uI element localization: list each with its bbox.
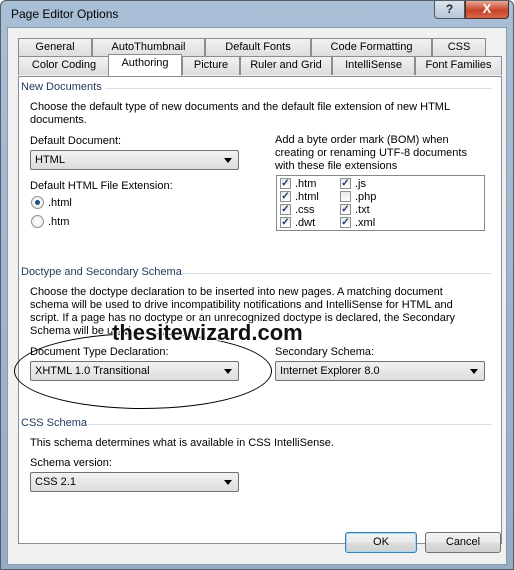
doctype-value: XHTML 1.0 Transitional — [35, 365, 150, 377]
checkbox-htm[interactable]: ✓ — [280, 178, 291, 189]
radio-html-label: .html — [48, 197, 72, 209]
chevron-down-icon — [224, 480, 232, 485]
cancel-button[interactable]: Cancel — [425, 532, 501, 553]
section-divider — [87, 424, 492, 425]
secondary-schema-select[interactable]: Internet Explorer 8.0 — [275, 361, 485, 381]
panel-content: New Documents Choose the default type of… — [0, 0, 514, 570]
doctype-label: Document Type Declaration: — [30, 346, 169, 358]
extension-label: Default HTML File Extension: — [30, 180, 173, 192]
schema-version-select[interactable]: CSS 2.1 — [30, 472, 239, 492]
chevron-down-icon — [470, 369, 478, 374]
secondary-schema-label: Secondary Schema: — [275, 346, 375, 358]
default-document-select[interactable]: HTML — [30, 150, 239, 170]
doctype-header: Doctype and Secondary Schema — [21, 266, 182, 278]
ok-button[interactable]: OK — [345, 532, 417, 553]
bom-description: Add a byte order mark (BOM) when creatin… — [275, 134, 467, 172]
section-divider — [182, 273, 492, 274]
secondary-schema-value: Internet Explorer 8.0 — [280, 365, 380, 377]
checkbox-txt[interactable]: ✓ — [340, 204, 351, 215]
schema-version-value: CSS 2.1 — [35, 476, 76, 488]
checkbox-dwt[interactable]: ✓ — [280, 217, 291, 228]
checkbox-js[interactable]: ✓ — [340, 178, 351, 189]
css-schema-description: This schema determines what is available… — [30, 437, 334, 449]
new-documents-description: Choose the default type of new documents… — [30, 101, 450, 126]
new-documents-header: New Documents — [21, 81, 102, 93]
checkbox-html[interactable]: ✓ — [280, 191, 291, 202]
checkbox-xml[interactable]: ✓ — [340, 217, 351, 228]
radio-html[interactable] — [31, 196, 44, 209]
radio-htm-label: .htm — [48, 216, 70, 228]
section-divider — [105, 88, 492, 89]
checkbox-php[interactable] — [340, 191, 351, 202]
schema-version-label: Schema version: — [30, 457, 112, 469]
bom-extension-list: ✓ .htm ✓ .html ✓ .css ✓ .dwt ✓ .js .php ✓ .txt… — [276, 175, 485, 231]
checkbox-css[interactable]: ✓ — [280, 204, 291, 215]
radio-htm[interactable] — [31, 215, 44, 228]
css-schema-header: CSS Schema — [21, 417, 88, 429]
doctype-select[interactable]: XHTML 1.0 Transitional — [30, 361, 239, 381]
watermark-text: thesitewizard.com — [112, 320, 303, 345]
default-document-value: HTML — [35, 154, 65, 166]
chevron-down-icon — [224, 369, 232, 374]
chevron-down-icon — [224, 158, 232, 163]
default-document-label: Default Document: — [30, 135, 122, 147]
